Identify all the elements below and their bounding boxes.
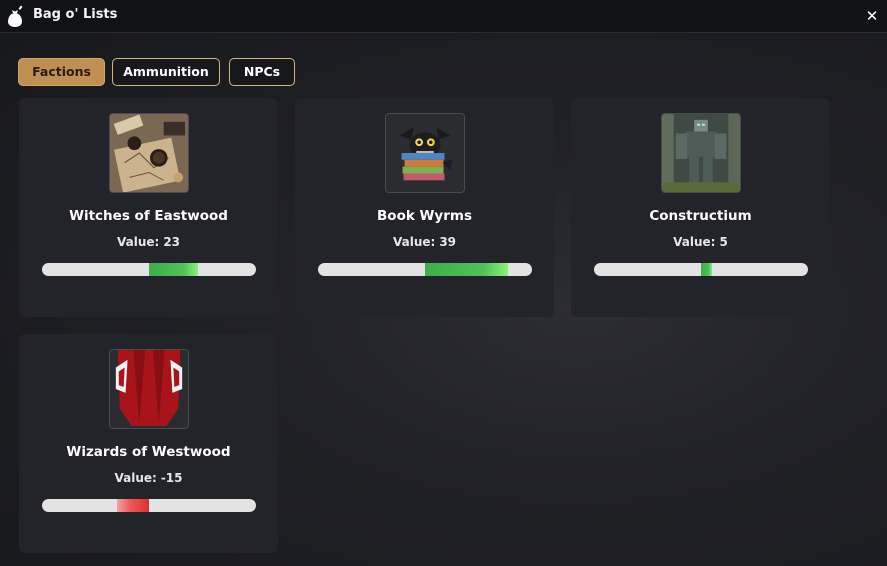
reputation-fill <box>149 263 199 276</box>
faction-value: Value: -15 <box>19 471 278 485</box>
faction-card[interactable]: Constructium Value: 5 <box>571 98 830 317</box>
faction-card[interactable]: Book Wyrms Value: 39 <box>295 98 554 317</box>
title-bar: Bag o' Lists ✕ <box>0 0 887 33</box>
reputation-fill <box>701 263 712 276</box>
faction-value: Value: 23 <box>19 235 278 249</box>
witches-map-image <box>109 113 189 193</box>
red-robe-image <box>109 349 189 429</box>
reputation-bar <box>318 263 532 276</box>
value-number: -15 <box>160 471 183 485</box>
tab-ammunition[interactable]: Ammunition <box>112 58 220 86</box>
reputation-bar <box>42 263 256 276</box>
value-number: 23 <box>163 235 181 249</box>
faction-card[interactable]: Wizards of Westwood Value: -15 <box>19 334 278 553</box>
value-label: Value: <box>114 471 157 485</box>
faction-name: Constructium <box>649 208 752 224</box>
faction-card[interactable]: Witches of Eastwood Value: 23 <box>19 98 278 317</box>
value-label: Value: <box>392 235 436 249</box>
faction-name: Witches of Eastwood <box>69 208 228 224</box>
value-label: Value: <box>116 235 160 249</box>
book-dragon-image <box>385 113 465 193</box>
value-number: 5 <box>719 235 728 249</box>
window-title: Bag o' Lists <box>33 7 118 22</box>
reputation-bar <box>594 263 808 276</box>
bag-icon <box>6 4 24 28</box>
reputation-fill <box>425 263 509 276</box>
faction-value: Value: 5 <box>571 235 830 249</box>
app-window: Bag o' Lists ✕ Factions Ammunition NPCs <box>0 0 887 566</box>
value-label: Value: <box>673 235 716 249</box>
faction-name: Book Wyrms <box>377 208 472 224</box>
tab-factions[interactable]: Factions <box>18 58 105 86</box>
faction-name: Wizards of Westwood <box>66 444 231 460</box>
tab-npcs[interactable]: NPCs <box>229 58 295 86</box>
close-icon[interactable]: ✕ <box>865 6 879 26</box>
stone-golem-image <box>661 113 741 193</box>
reputation-bar <box>42 499 256 512</box>
reputation-fill <box>116 499 149 512</box>
value-number: 39 <box>439 235 457 249</box>
faction-value: Value: 39 <box>295 235 554 249</box>
